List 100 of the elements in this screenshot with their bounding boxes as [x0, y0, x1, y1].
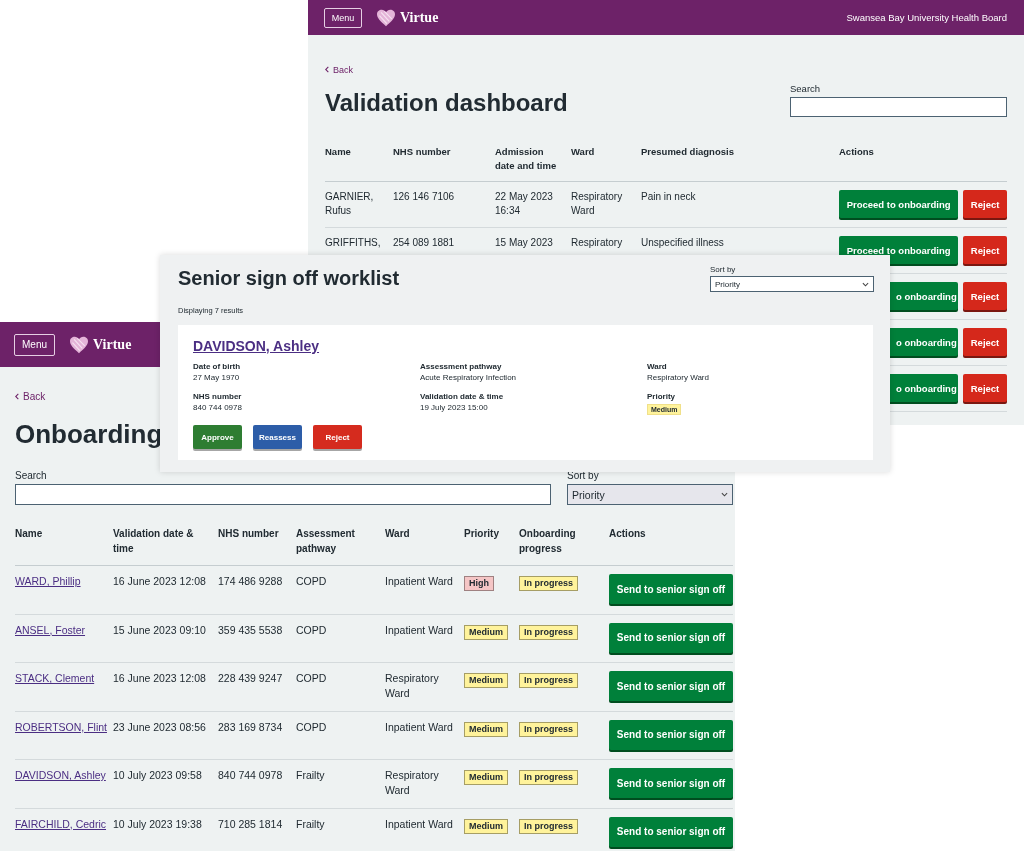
worklist-title: Senior sign off worklist [178, 267, 400, 290]
progress-tag: In progress [519, 576, 578, 591]
sort-select[interactable]: Priority [567, 484, 733, 505]
nhs-number: 126 146 7106 [393, 190, 455, 204]
heart-icon [69, 335, 89, 354]
send-button[interactable]: Send to senior sign off [609, 622, 733, 653]
progress-tag: In progress [519, 721, 578, 737]
priority-tag: Medium [464, 673, 508, 688]
menu-button[interactable]: Menu [324, 7, 362, 28]
nhs-number: 840 744 0978 [218, 768, 284, 783]
caret-icon [862, 281, 869, 287]
nhs-number: 283 169 8734 [218, 719, 284, 735]
menu-button[interactable]: Menu [14, 333, 55, 356]
send-button[interactable]: Send to senior sign off [609, 719, 733, 750]
column-header: NHS number [393, 145, 452, 159]
search-field[interactable] [790, 97, 1007, 117]
diagnosis-text: Unspecified illness [641, 236, 724, 250]
field-label: Assessment pathway [420, 361, 503, 372]
caret-icon [721, 492, 728, 497]
search-label: Search [15, 470, 47, 481]
admission-date: 15 May 2023 [495, 236, 553, 250]
column-header: Name [325, 145, 352, 159]
ward-name: Inpatient Ward [385, 574, 454, 589]
search-field[interactable] [15, 484, 551, 505]
proceed-button[interactable]: o onboarding [890, 282, 958, 310]
reject-button[interactable]: Reject [963, 236, 1007, 264]
reassess-button[interactable]: Reassess [253, 425, 302, 449]
proceed-button[interactable]: o onboarding [890, 328, 958, 356]
field-value: 27 May 1970 [193, 372, 241, 383]
send-button[interactable]: Send to senior sign off [609, 768, 733, 798]
field-label: Date of birth [193, 361, 242, 372]
column-header: Assessment pathway [296, 527, 356, 556]
column-header: Admission date and time [495, 145, 558, 173]
patient-link[interactable]: DAVIDSON, Ashley [15, 769, 106, 781]
field-value: Acute Respiratory Infection [420, 372, 518, 383]
reject-button[interactable]: Reject [963, 328, 1007, 356]
ward-name: Inpatient Ward [385, 622, 454, 638]
diagnosis-text: Pain in neck [641, 190, 696, 204]
back-link[interactable]: Back [15, 391, 46, 402]
column-header: Onboarding progress [519, 527, 577, 556]
send-button[interactable]: Send to senior sign off [609, 671, 733, 701]
send-button[interactable]: Send to senior sign off [609, 816, 733, 847]
column-header: Priority [464, 527, 500, 541]
nhs-number: 228 439 9247 [218, 671, 284, 686]
progress-tag: In progress [519, 673, 578, 688]
proceed-button[interactable]: Proceed to onboarding [839, 190, 959, 218]
validation-date: 10 July 2023 09:58 [113, 768, 203, 783]
patient-link[interactable]: ANSEL, Foster [15, 623, 86, 636]
nhs-number: 710 285 1814 [218, 816, 284, 832]
chevron-left-icon [15, 393, 19, 400]
progress-tag: In progress [519, 770, 578, 785]
field-label: Priority [647, 391, 676, 402]
sort-select[interactable]: Priority [710, 276, 874, 292]
page-title: Validation dashboard [325, 89, 568, 117]
validation-date: 16 June 2023 12:08 [113, 671, 207, 686]
sort-label: Sort by [710, 265, 736, 274]
pathway-text: COPD [296, 622, 328, 638]
patient-link[interactable]: STACK, Clement [15, 672, 95, 684]
column-header: Name [15, 527, 44, 541]
validation-date: 10 July 2023 19:38 [113, 816, 203, 832]
field-value: 840 744 0978 [193, 402, 243, 413]
patient-link[interactable]: ROBERTSON, Flint [15, 720, 107, 733]
priority-tag: Medium [464, 770, 508, 785]
reject-button[interactable]: Reject [963, 190, 1007, 218]
progress-tag: In progress [519, 818, 578, 834]
send-button[interactable]: Send to senior sign off [609, 574, 733, 604]
priority-tag: Medium [464, 624, 508, 640]
column-header: Validation date & time [113, 527, 195, 556]
priority-tag: High [464, 576, 494, 591]
column-header: Presumed diagnosis [641, 145, 735, 159]
patient-name: GARNIER, Rufus [325, 190, 375, 218]
column-header: Ward [385, 527, 411, 541]
field-value: Respiratory Ward [647, 372, 710, 383]
ward-name: Respiratory Ward [571, 190, 624, 218]
patient-link[interactable]: FAIRCHILD, Cedric [15, 817, 107, 830]
ward-name: Inpatient Ward [385, 719, 454, 735]
page-title: Onboarding [15, 419, 163, 450]
proceed-button[interactable]: o onboarding [890, 374, 958, 402]
reject-button[interactable]: Reject [313, 425, 362, 449]
pathway-text: COPD [296, 671, 328, 686]
reject-button[interactable]: Reject [963, 282, 1007, 310]
priority-tag: Medium [464, 818, 508, 834]
nhs-number: 174 486 9288 [218, 574, 284, 589]
column-header: Actions [839, 145, 875, 159]
priority-tag: Medium [464, 721, 508, 737]
organisation-name: Swansea Bay University Health Board [846, 12, 1007, 23]
heart-icon [376, 8, 396, 27]
reject-button[interactable]: Reject [963, 374, 1007, 402]
back-link[interactable]: Back [325, 64, 353, 75]
patient-link[interactable]: WARD, Phillip [15, 575, 81, 587]
nhs-number: 254 089 1881 [393, 236, 455, 250]
validation-date: 16 June 2023 12:08 [113, 574, 207, 589]
patient-link[interactable]: DAVIDSON, Ashley [193, 338, 320, 354]
field-value: 19 July 2023 15:00 [420, 402, 489, 413]
column-header: NHS number [218, 527, 280, 541]
pathway-text: Frailty [296, 816, 326, 832]
approve-button[interactable]: Approve [193, 425, 242, 449]
validation-date: 23 June 2023 08:56 [113, 719, 207, 735]
pathway-text: COPD [296, 719, 328, 735]
field-label: Validation date & time [420, 391, 505, 402]
